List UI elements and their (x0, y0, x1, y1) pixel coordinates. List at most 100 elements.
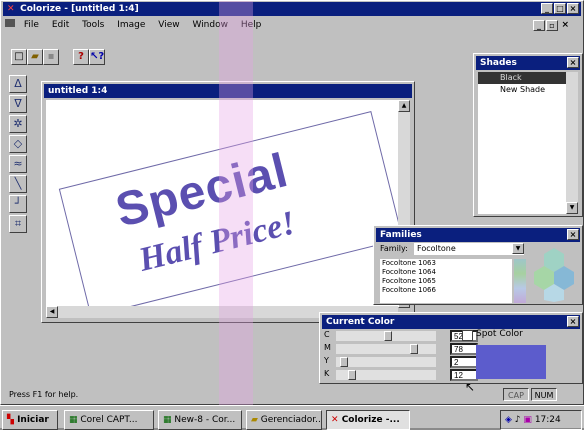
corel-draw-icon: ▦ (163, 415, 175, 425)
minimize-button[interactable]: _ (541, 3, 553, 14)
maximize-button[interactable]: □ (554, 3, 566, 14)
context-help-icon[interactable]: ↖? (89, 49, 105, 65)
menu-bar: File Edit Tools Image View Window Help _… (5, 18, 579, 32)
color-row-c: C (324, 330, 584, 342)
help-icon[interactable]: ? (73, 49, 89, 65)
smudge-tool-icon[interactable]: ≈ (9, 155, 27, 173)
shades-list[interactable]: Black New Shade (478, 72, 568, 214)
current-color-swatch (476, 345, 546, 379)
brush-tool-icon[interactable]: ᐃ (9, 75, 27, 93)
menu-view[interactable]: View (158, 20, 179, 30)
start-button[interactable]: ▚ Iniciar (2, 410, 58, 430)
family-swatch-column (514, 259, 526, 303)
family-color-item[interactable]: Focoltone 1065 (380, 277, 512, 286)
current-color-panel: Current Color × C M Y K (319, 312, 583, 384)
taskbar: ▚ Iniciar ▦ Corel CAPT... ▦ New-8 - Cor.… (0, 405, 584, 430)
eraser-tool-icon[interactable]: ◇ (9, 135, 27, 153)
current-color-title-bar[interactable]: Current Color × (322, 315, 580, 329)
task-colorize[interactable]: ✕ Colorize -... (326, 410, 410, 430)
channel-label-y: Y (324, 356, 329, 365)
task-gerenciador[interactable]: ▰ Gerenciador... (246, 410, 322, 430)
status-bar: Press F1 for help. ↖ CAP NUM (3, 380, 581, 402)
doc-close-button[interactable]: × (561, 18, 569, 32)
current-color-close-button[interactable]: × (567, 316, 579, 327)
channel-label-c: C (324, 330, 330, 339)
fill-tool-icon[interactable]: ᐁ (9, 95, 27, 113)
channel-label-m: M (324, 343, 331, 352)
menu-file[interactable]: File (24, 20, 39, 30)
app-title-bar[interactable]: ✕ Colorize - [untitled 1:4] _ □ × (3, 2, 581, 16)
menu-image[interactable]: Image (117, 20, 145, 30)
families-title: Families (380, 230, 422, 240)
status-cap: CAP (503, 388, 529, 401)
spot-color-checkbox[interactable] (462, 330, 473, 341)
tray-speaker-icon[interactable]: ♪ (515, 415, 521, 425)
magenta-value[interactable] (450, 343, 478, 355)
family-label: Family: (380, 244, 408, 253)
tool-palette: ᐃ ᐁ ✲ ◇ ≈ ╲ ┘ ⌗ (9, 75, 29, 235)
gradient-tool-icon[interactable]: ✲ (9, 115, 27, 133)
system-tray: ◈ ♪ ▣ 17:24 (500, 410, 582, 430)
cyan-slider-thumb[interactable] (384, 331, 392, 341)
shade-item-black[interactable]: Black (478, 72, 568, 84)
mouse-cursor-icon: ↖ (465, 380, 476, 394)
yellow-slider[interactable] (336, 357, 436, 367)
doc-menu-icon[interactable] (5, 19, 15, 27)
status-num: NUM (531, 388, 557, 401)
shades-panel: Shades × Black New Shade ▼ (473, 53, 583, 217)
current-color-title: Current Color (326, 317, 395, 327)
shades-title-bar[interactable]: Shades × (476, 56, 580, 70)
magenta-slider-thumb[interactable] (410, 344, 418, 354)
hex-color-wheel[interactable] (530, 244, 578, 302)
tray-network-icon[interactable]: ▣ (523, 415, 532, 425)
task-corel-capture[interactable]: ▦ Corel CAPT... (64, 410, 154, 430)
yellow-slider-thumb[interactable] (340, 357, 348, 367)
family-select[interactable]: Focoltone ▼ (414, 243, 524, 255)
save-icon[interactable]: ▪ (43, 49, 59, 65)
family-color-item[interactable]: Focoltone 1064 (380, 268, 512, 277)
close-button[interactable]: × (567, 3, 579, 14)
black-slider-thumb[interactable] (348, 370, 356, 380)
new-file-icon[interactable]: □ (11, 49, 27, 65)
shades-vscroll[interactable]: ▼ (566, 72, 578, 214)
task-new-8[interactable]: ▦ New-8 - Cor... (158, 410, 242, 430)
families-title-bar[interactable]: Families × (376, 228, 580, 242)
families-close-button[interactable]: × (567, 229, 579, 240)
shades-title: Shades (480, 58, 517, 68)
document-title: untitled 1:4 (48, 86, 108, 96)
status-help-text: Press F1 for help. (9, 390, 79, 399)
menu-edit[interactable]: Edit (52, 20, 69, 30)
scroll-left-button[interactable]: ◀ (46, 306, 58, 318)
shade-item-new[interactable]: New Shade (478, 84, 568, 96)
family-dropdown-icon[interactable]: ▼ (512, 243, 524, 254)
scroll-up-button[interactable]: ▲ (398, 100, 410, 112)
spot-color-label: Spot Color (476, 329, 523, 339)
corner-tool-icon[interactable]: ┘ (9, 195, 27, 213)
toolbar: □ ▰ ▪ ? ↖? (7, 49, 137, 67)
family-color-item[interactable]: Focoltone 1066 (380, 286, 512, 295)
line-tool-icon[interactable]: ╲ (9, 175, 27, 193)
black-slider[interactable] (336, 370, 436, 380)
selection-guide (219, 1, 253, 406)
app-window: ✕ Colorize - [untitled 1:4] _ □ × File E… (0, 0, 584, 406)
folder-icon: ▰ (251, 415, 261, 425)
menu-tools[interactable]: Tools (82, 20, 104, 30)
crop-tool-icon[interactable]: ⌗ (9, 215, 27, 233)
corel-app-icon: ▦ (69, 415, 81, 425)
clock: 17:24 (534, 415, 561, 425)
yellow-value[interactable] (450, 356, 478, 368)
open-folder-icon[interactable]: ▰ (27, 49, 43, 65)
app-title: Colorize - [untitled 1:4] (20, 4, 139, 14)
windows-logo-icon: ▚ (7, 415, 14, 425)
family-color-item[interactable]: Focoltone 1063 (380, 259, 512, 268)
channel-label-k: K (324, 369, 330, 378)
cyan-slider[interactable] (336, 331, 436, 341)
doc-restore-button[interactable]: ▫ (546, 20, 558, 31)
magenta-slider[interactable] (336, 344, 436, 354)
doc-minimize-button[interactable]: _ (533, 20, 545, 31)
families-panel: Families × Family: Focoltone ▼ Focoltone… (373, 225, 583, 305)
family-colors-list[interactable]: Focoltone 1063 Focoltone 1064 Focoltone … (380, 259, 512, 303)
tray-shield-icon[interactable]: ◈ (505, 415, 512, 425)
shades-close-button[interactable]: × (567, 57, 579, 68)
shades-scroll-down[interactable]: ▼ (566, 202, 578, 214)
